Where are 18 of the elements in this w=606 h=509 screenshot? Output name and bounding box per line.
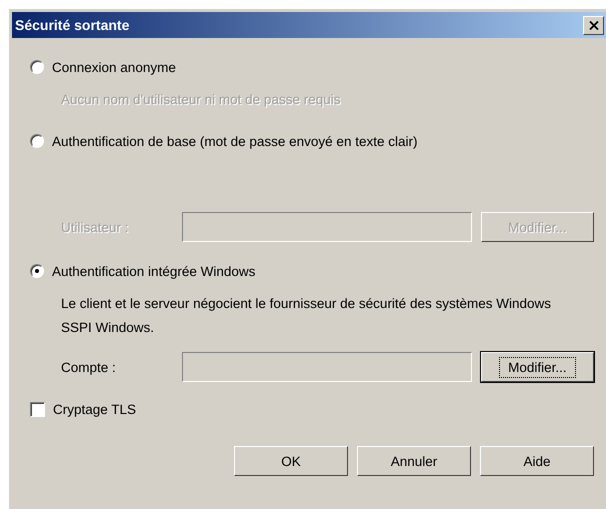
checkbox-label[interactable]: Cryptage TLS [53,402,136,416]
dialog-button[interactable]: Annuler [357,446,471,476]
radio-button[interactable] [30,60,44,74]
option-label[interactable]: Authentification de base (mot de passe envoyé en texte clair) [52,134,418,148]
checkbox[interactable] [30,402,45,416]
option-description: Le client et le serveur négocient le fournisseur de sécurité des systèmes Windows SSPI Windows. [61,295,552,337]
dialog-button[interactable]: Aide [480,446,594,476]
dialog-button[interactable]: OK [234,446,348,476]
window-title: Sécurité sortante [15,17,130,33]
close-button[interactable] [583,16,604,34]
radio-button[interactable] [30,264,44,278]
input-field[interactable] [182,352,472,382]
close-icon [588,20,598,30]
modify-button[interactable]: Modifier... [480,352,594,382]
field-label: Compte : [61,360,117,374]
option-label[interactable]: Authentification intégrée Windows [52,264,256,278]
radio-button[interactable] [30,134,44,148]
option-label[interactable]: Connexion anonyme [52,60,176,74]
